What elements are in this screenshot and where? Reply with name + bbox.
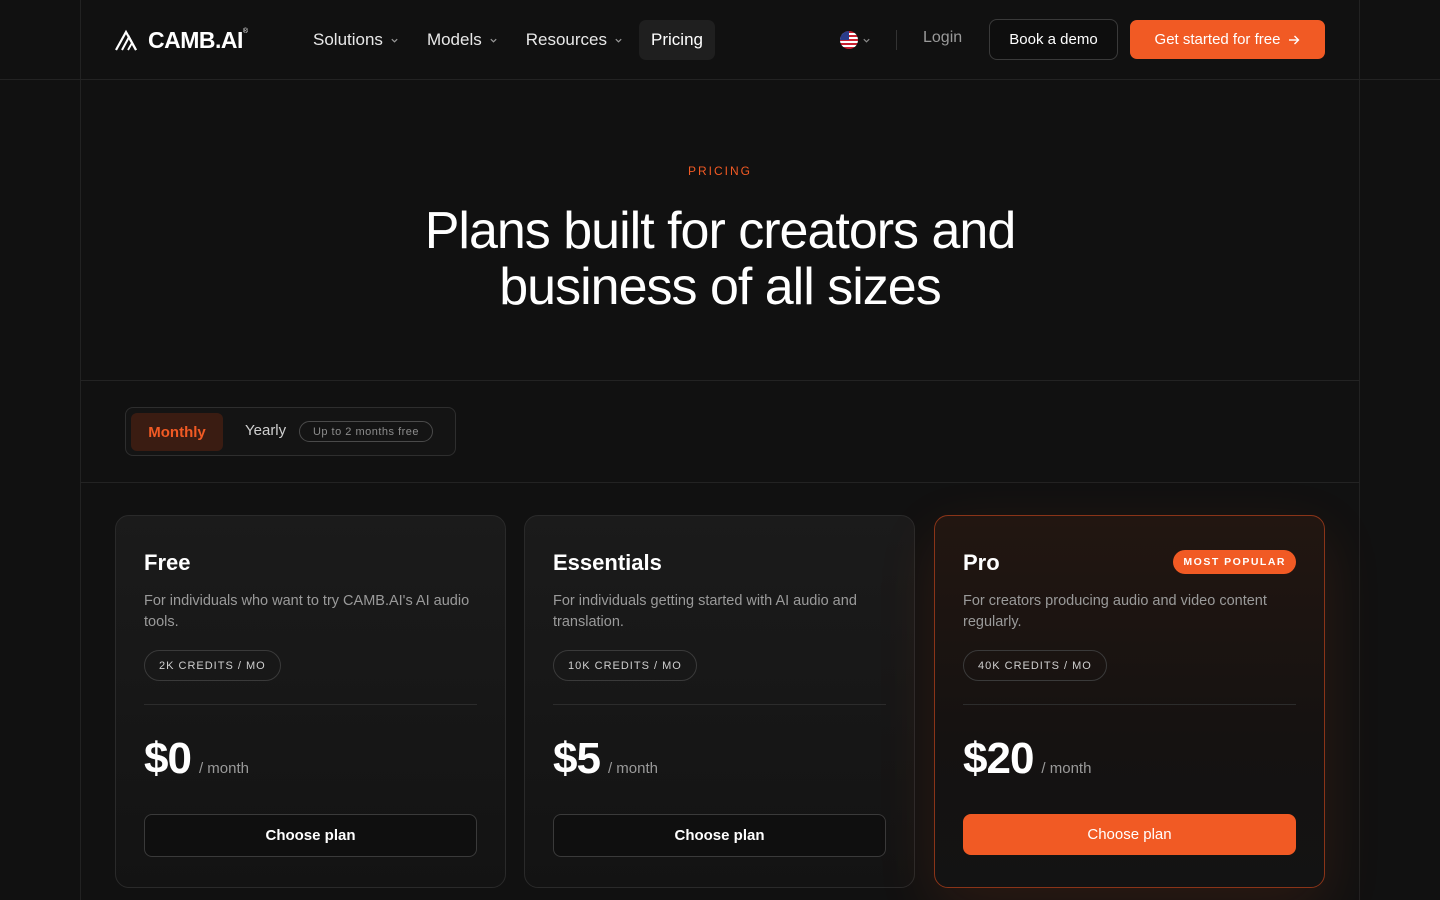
plan-price: $20 / month	[963, 734, 1091, 784]
plan-card-pro: Pro MOST POPULAR For creators producing …	[934, 515, 1325, 888]
book-demo-label: Book a demo	[1009, 31, 1098, 48]
get-started-button[interactable]: Get started for free	[1130, 20, 1325, 59]
top-navigation: CAMB.AI ® Solutions Models Resources Pri…	[0, 0, 1440, 80]
plan-divider	[144, 704, 477, 705]
us-flag-icon	[840, 31, 858, 49]
section-divider	[80, 380, 1360, 381]
chevron-down-icon	[490, 38, 497, 43]
choose-plan-button[interactable]: Choose plan	[963, 814, 1296, 855]
main-menu: Solutions Models Resources Pricing	[301, 20, 719, 60]
choose-plan-button[interactable]: Choose plan	[553, 814, 886, 857]
price-unit: / month	[607, 760, 658, 777]
menu-item-label: Resources	[525, 30, 608, 49]
billing-toggle: Monthly Yearly Up to 2 months free	[125, 407, 456, 456]
plan-description: For individuals getting started with AI …	[553, 593, 857, 630]
plan-description: For individuals who want to try CAMB.AI'…	[144, 593, 470, 630]
plan-name: Essentials	[553, 550, 662, 575]
chevron-down-icon	[391, 38, 398, 43]
plan-credits-badge: 10K CREDITS / MO	[553, 650, 697, 681]
menu-item-pricing[interactable]: Pricing	[639, 20, 715, 60]
language-selector[interactable]	[840, 31, 871, 49]
choose-plan-button[interactable]: Choose plan	[144, 814, 477, 857]
price-amount: $5	[553, 734, 601, 783]
chevron-down-icon	[615, 38, 622, 43]
page-title-line-1: Plans built for creators and	[424, 202, 1017, 260]
logo[interactable]: CAMB.AI ®	[115, 27, 248, 53]
menu-item-resources[interactable]: Resources	[514, 20, 635, 60]
nav-divider	[896, 30, 897, 50]
page-title: Plans built for creators and business of…	[0, 203, 1440, 315]
price-unit: / month	[198, 760, 249, 777]
plan-card-essentials: Essentials For individuals getting start…	[524, 515, 915, 888]
billing-yearly-option[interactable]: Yearly	[245, 422, 286, 439]
yearly-discount-badge: Up to 2 months free	[299, 421, 433, 442]
menu-item-label: Solutions	[313, 30, 383, 49]
most-popular-badge: MOST POPULAR	[1173, 550, 1296, 574]
plan-price: $5 / month	[553, 734, 658, 784]
price-amount: $20	[963, 734, 1034, 783]
menu-item-models[interactable]: Models	[415, 20, 510, 60]
plan-description: For creators producing audio and video c…	[963, 593, 1267, 630]
pricing-eyebrow: PRICING	[687, 164, 752, 178]
book-demo-button[interactable]: Book a demo	[989, 19, 1118, 60]
get-started-label: Get started for free	[1154, 31, 1281, 48]
menu-item-solutions[interactable]: Solutions	[301, 20, 411, 60]
billing-monthly-option[interactable]: Monthly	[131, 413, 223, 451]
plan-price: $0 / month	[144, 734, 249, 784]
chevron-down-icon	[863, 38, 870, 43]
menu-item-label: Models	[426, 30, 482, 49]
login-link[interactable]: Login	[923, 29, 962, 47]
plan-divider	[963, 704, 1296, 705]
price-unit: / month	[1041, 760, 1092, 777]
logo-mark-icon	[115, 29, 137, 51]
plan-credits-badge: 40K CREDITS / MO	[963, 650, 1107, 681]
section-divider	[80, 482, 1360, 483]
price-amount: $0	[144, 734, 192, 783]
page-title-line-2: business of all sizes	[499, 258, 941, 316]
logo-text: CAMB.AI	[148, 26, 243, 53]
logo-registered-mark: ®	[242, 28, 249, 35]
plan-card-free: Free For individuals who want to try CAM…	[115, 515, 506, 888]
menu-item-label: Pricing	[651, 30, 703, 49]
plan-name: Free	[144, 550, 191, 575]
plan-name: Pro	[963, 550, 1000, 575]
plan-divider	[553, 704, 886, 705]
arrow-right-icon	[1289, 35, 1300, 44]
plan-credits-badge: 2K CREDITS / MO	[144, 650, 281, 681]
